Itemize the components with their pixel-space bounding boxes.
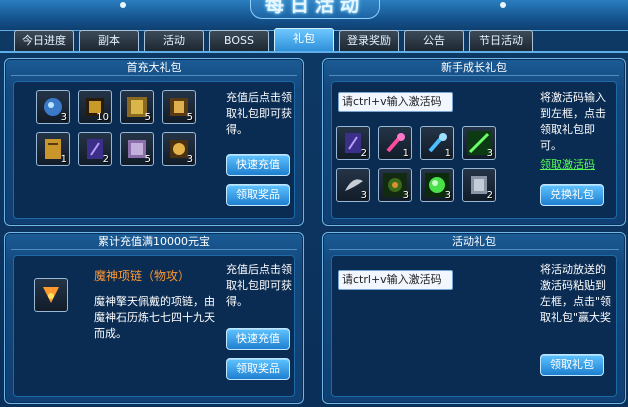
tab-festival[interactable]: 节日活动 <box>469 30 533 51</box>
window-header: 每日活动 <box>0 0 628 31</box>
item-slot[interactable]: 10 <box>78 90 112 124</box>
panel-body: 请ctrl+v输入激活码 将活动放送的激活码粘贴到左框，点击"领取礼包"赢大奖 … <box>331 255 617 397</box>
item-count: 1 <box>402 148 409 159</box>
window-frame: 每日活动 今日进度 副本 活动 BOSS 礼包 登录奖励 公告 节日活动 首充大… <box>0 0 628 407</box>
item-count: 10 <box>96 112 109 123</box>
tab-boss[interactable]: BOSS <box>209 30 269 51</box>
tab-gift-pack[interactable]: 礼包 <box>274 28 334 51</box>
item-count: 1 <box>444 148 451 159</box>
item-name: 魔神项链（物攻） <box>94 269 191 283</box>
panel-body: 魔神项链（物攻） 魔神擎天佩戴的项链，由魔神石历炼七七四十九天而成。 充值后点击… <box>13 255 295 397</box>
item-slot[interactable] <box>34 278 68 312</box>
quick-recharge-button[interactable]: 快速充值 <box>226 154 290 176</box>
divider <box>11 249 297 250</box>
claim-gift-button[interactable]: 领取礼包 <box>540 354 604 376</box>
item-count: 3 <box>486 148 493 159</box>
activity-description: 将活动放送的激活码粘贴到左框，点击"领取礼包"赢大奖 <box>540 263 612 324</box>
tab-activity[interactable]: 活动 <box>144 30 204 51</box>
tab-today-progress[interactable]: 今日进度 <box>14 30 74 51</box>
item-count: 5 <box>186 112 193 123</box>
item-slot[interactable]: 3 <box>378 168 412 202</box>
item-count: 1 <box>60 154 67 165</box>
item-count: 3 <box>444 190 451 201</box>
panel-title: 累计充值满10000元宝 <box>98 235 210 248</box>
ornament-icon <box>500 2 506 8</box>
redeem-gift-button[interactable]: 兑换礼包 <box>540 184 604 206</box>
panel-body: 3 10 5 5 1 2 5 3 充值后点击领取礼包即可获得。 快速充值 领取奖… <box>13 81 295 219</box>
item-slot[interactable]: 3 <box>336 168 370 202</box>
tab-dungeon[interactable]: 副本 <box>79 30 139 51</box>
activation-code-input[interactable]: 请ctrl+v输入激活码 <box>338 270 453 290</box>
item-description: 魔神擎天佩戴的项链，由魔神石历炼七七四十九天而成。 <box>94 295 215 340</box>
cumulative-recharge-panel: 累计充值满10000元宝 魔神项链（物攻） 魔神擎天佩戴的项链，由魔神石历炼七七… <box>4 232 304 404</box>
item-count: 5 <box>144 112 151 123</box>
quick-recharge-button[interactable]: 快速充值 <box>226 328 290 350</box>
item-slot[interactable]: 5 <box>120 132 154 166</box>
item-count: 3 <box>360 190 367 201</box>
divider <box>11 75 297 76</box>
item-slot[interactable]: 1 <box>420 126 454 160</box>
panel-title: 首充大礼包 <box>126 61 182 74</box>
item-count: 3 <box>402 190 409 201</box>
first-recharge-panel: 首充大礼包 3 10 5 5 1 2 5 3 充值后点击领取礼包即可获得。 快速… <box>4 58 304 226</box>
item-count: 3 <box>60 112 67 123</box>
item-slot[interactable]: 2 <box>78 132 112 166</box>
panel-title: 活动礼包 <box>452 235 496 248</box>
item-count: 3 <box>186 154 193 165</box>
item-slot[interactable]: 5 <box>162 90 196 124</box>
first-recharge-description: 充值后点击领取礼包即可获得。 <box>226 91 292 136</box>
item-slot[interactable]: 3 <box>162 132 196 166</box>
divider <box>329 75 619 76</box>
get-activation-code-link[interactable]: 领取激活码 <box>540 156 595 172</box>
tab-announcement[interactable]: 公告 <box>404 30 464 51</box>
panel-title: 新手成长礼包 <box>441 61 507 74</box>
item-slot[interactable]: 1 <box>378 126 412 160</box>
item-count: 2 <box>486 190 493 201</box>
claim-prize-button[interactable]: 领取奖品 <box>226 184 290 206</box>
divider <box>329 249 619 250</box>
item-slot[interactable]: 2 <box>336 126 370 160</box>
window-title: 每日活动 <box>250 0 380 19</box>
item-slot[interactable]: 3 <box>36 90 70 124</box>
activation-code-input[interactable]: 请ctrl+v输入激活码 <box>338 92 453 112</box>
item-count: 5 <box>144 154 151 165</box>
ornament-icon <box>120 2 126 8</box>
item-count: 2 <box>102 154 109 165</box>
item-count: 2 <box>360 148 367 159</box>
item-slot[interactable]: 3 <box>462 126 496 160</box>
activity-gift-panel: 活动礼包 请ctrl+v输入激活码 将活动放送的激活码粘贴到左框，点击"领取礼包… <box>322 232 626 404</box>
claim-prize-button[interactable]: 领取奖品 <box>226 358 290 380</box>
tab-underline <box>0 51 628 53</box>
item-slot[interactable]: 1 <box>36 132 70 166</box>
item-slot[interactable]: 5 <box>120 90 154 124</box>
necklace-icon <box>43 287 59 303</box>
newbie-description: 将激活码输入到左框，点击领取礼包即可。 <box>540 91 606 152</box>
cumulative-description: 充值后点击领取礼包即可获得。 <box>226 263 292 308</box>
item-slot[interactable]: 3 <box>420 168 454 202</box>
panel-body: 请ctrl+v输入激活码 2 1 1 3 3 3 3 2 将激活码输入到左框，点… <box>331 81 617 219</box>
newbie-gift-panel: 新手成长礼包 请ctrl+v输入激活码 2 1 1 3 3 3 3 2 将激活码… <box>322 58 626 226</box>
item-slot[interactable]: 2 <box>462 168 496 202</box>
tab-login-reward[interactable]: 登录奖励 <box>339 30 399 51</box>
